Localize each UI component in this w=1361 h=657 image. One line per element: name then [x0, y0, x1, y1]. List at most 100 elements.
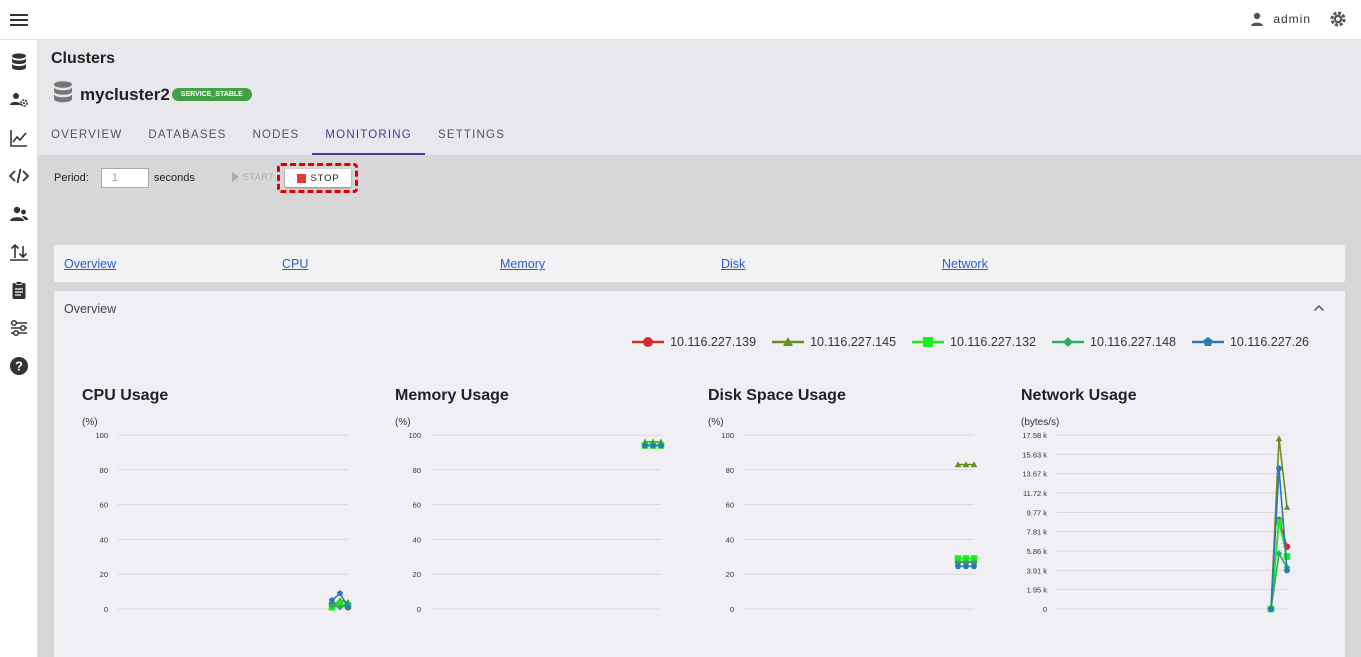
overview-title: Overview — [64, 302, 117, 316]
code-icon[interactable] — [9, 166, 29, 186]
cluster-name: mycluster2 — [80, 84, 170, 104]
y-tick-label: 0 — [417, 605, 421, 614]
data-point — [1283, 553, 1291, 560]
svg-text:?: ? — [15, 359, 23, 374]
menu-icon[interactable] — [10, 11, 28, 29]
chart-title: Network Usage — [1021, 387, 1137, 404]
y-tick-label: 0 — [730, 605, 734, 614]
nav-link-memory[interactable]: Memory — [500, 257, 545, 271]
top-bar: admin — [0, 0, 1361, 40]
sidebar: ? — [0, 40, 38, 657]
chart-title: Disk Space Usage — [708, 387, 846, 404]
gear-icon[interactable] — [1329, 10, 1347, 28]
stop-icon — [296, 173, 306, 183]
y-tick-label: 60 — [413, 501, 421, 510]
legend-item[interactable]: 10.116.227.148 — [1052, 335, 1176, 349]
data-point — [336, 590, 344, 597]
user-area: admin — [1249, 10, 1347, 28]
database-icon[interactable] — [9, 52, 29, 72]
tab-monitoring[interactable]: MONITORING — [312, 116, 425, 155]
stop-label: STOP — [310, 172, 340, 184]
chart-line-icon[interactable] — [9, 128, 29, 148]
y-tick-label: 9.77 k — [1027, 508, 1048, 517]
section-nav: Overview CPU Memory Disk Network — [54, 245, 1345, 282]
legend-item[interactable]: 10.116.227.139 — [632, 335, 756, 349]
y-tick-label: 5.86 k — [1027, 547, 1048, 556]
chevron-up-icon[interactable] — [1313, 301, 1325, 315]
tab-bar: OVERVIEW DATABASES NODES MONITORING SETT… — [38, 116, 518, 155]
period-unit: seconds — [153, 172, 195, 184]
tab-overview[interactable]: OVERVIEW — [38, 116, 135, 155]
breadcrumb[interactable]: Clusters — [51, 50, 115, 68]
network-chart: Network Usage (bytes/s) 0 1.95 k 3.91 k 5.8… — [1009, 387, 1299, 627]
y-tick-label: 13.67 k — [1022, 470, 1047, 479]
nav-link-disk[interactable]: Disk — [721, 257, 745, 271]
y-tick-label: 11.72 k — [1023, 489, 1047, 498]
monitoring-content: Period: seconds START STOP Overview CPU … — [38, 155, 1361, 657]
page-header: Clusters mycluster2 SERVICE_STABLE OVERV… — [38, 40, 1361, 155]
nav-link-overview[interactable]: Overview — [64, 257, 116, 271]
period-input[interactable] — [100, 168, 149, 188]
legend-item[interactable]: 10.116.227.145 — [772, 335, 896, 349]
cpu-chart: CPU Usage (%) 0 20 40 60 80 100 — [70, 387, 360, 627]
user-name[interactable]: admin — [1273, 12, 1311, 26]
help-icon[interactable]: ? — [9, 356, 29, 376]
data-point — [1063, 337, 1074, 347]
period-label: Period: — [54, 172, 89, 184]
y-tick-label: 80 — [100, 466, 108, 475]
overview-panel: Overview 10.116.227.139 10.116.227.145 10.… — [54, 291, 1345, 657]
chart-y-unit: (%) — [82, 417, 98, 428]
legend-label: 10.116.227.148 — [1090, 335, 1176, 349]
legend-item[interactable]: 10.116.227.26 — [1191, 335, 1309, 349]
data-point — [643, 337, 654, 347]
cpu-plot: 0 20 40 60 80 100 — [95, 431, 352, 614]
y-tick-label: 1.95 k — [1027, 586, 1048, 595]
nav-link-cpu[interactable]: CPU — [282, 257, 308, 271]
y-tick-label: 20 — [100, 570, 108, 579]
memory-plot: 0 20 40 60 80 100 — [408, 431, 665, 614]
period-row: Period: seconds — [54, 168, 195, 188]
y-tick-label: 40 — [100, 535, 108, 544]
legend-marker — [1191, 337, 1224, 347]
tab-settings[interactable]: SETTINGS — [425, 116, 518, 155]
legend-marker — [772, 337, 805, 346]
y-tick-label: 0 — [1043, 605, 1047, 614]
users-icon[interactable] — [9, 204, 29, 224]
database-icon — [52, 80, 74, 109]
chart-title: Memory Usage — [395, 387, 509, 404]
y-tick-label: 80 — [726, 466, 734, 475]
tab-databases[interactable]: DATABASES — [135, 116, 239, 155]
data-point — [923, 337, 934, 347]
y-tick-label: 60 — [726, 501, 734, 510]
status-badge: SERVICE_STABLE — [171, 88, 252, 101]
data-point — [1275, 465, 1283, 472]
chart-legend: 10.116.227.139 10.116.227.145 10.116.227.1… — [632, 335, 1309, 349]
clipboard-icon[interactable] — [9, 280, 29, 300]
stop-button[interactable]: STOP — [285, 169, 351, 187]
memory-chart: Memory Usage (%) 0 20 40 60 80 100 — [383, 387, 673, 627]
y-tick-label: 7.81 k — [1027, 528, 1048, 537]
y-tick-label: 100 — [95, 431, 108, 440]
transfer-icon[interactable] — [9, 242, 29, 262]
start-button[interactable]: START — [232, 172, 274, 182]
legend-label: 10.116.227.145 — [810, 335, 897, 349]
cluster-title-row: mycluster2 SERVICE_STABLE — [52, 80, 252, 109]
network-plot: 0 1.95 k 3.91 k 5.86 k 7.81 k 9.77 k 11.72 k 13… — [1022, 431, 1291, 614]
legend-label: 10.116.227.132 — [950, 335, 1037, 349]
user-settings-icon[interactable] — [9, 90, 29, 110]
start-label: START — [243, 172, 275, 182]
legend-marker — [632, 337, 665, 347]
tab-nodes[interactable]: NODES — [240, 116, 313, 155]
y-tick-label: 17.58 k — [1022, 431, 1047, 440]
chart-y-unit: (bytes/s) — [1021, 417, 1060, 428]
person-icon[interactable] — [1249, 11, 1265, 27]
legend-marker — [1052, 337, 1085, 347]
legend-item[interactable]: 10.116.227.132 — [912, 335, 1036, 349]
y-tick-label: 80 — [413, 466, 421, 475]
y-tick-label: 40 — [726, 535, 734, 544]
settings-sliders-icon[interactable] — [9, 318, 29, 338]
legend-label: 10.116.227.139 — [670, 335, 757, 349]
nav-link-network[interactable]: Network — [942, 257, 988, 271]
y-tick-label: 100 — [408, 431, 421, 440]
disk-chart: Disk Space Usage (%) 0 20 40 60 80 100 — [696, 387, 986, 627]
